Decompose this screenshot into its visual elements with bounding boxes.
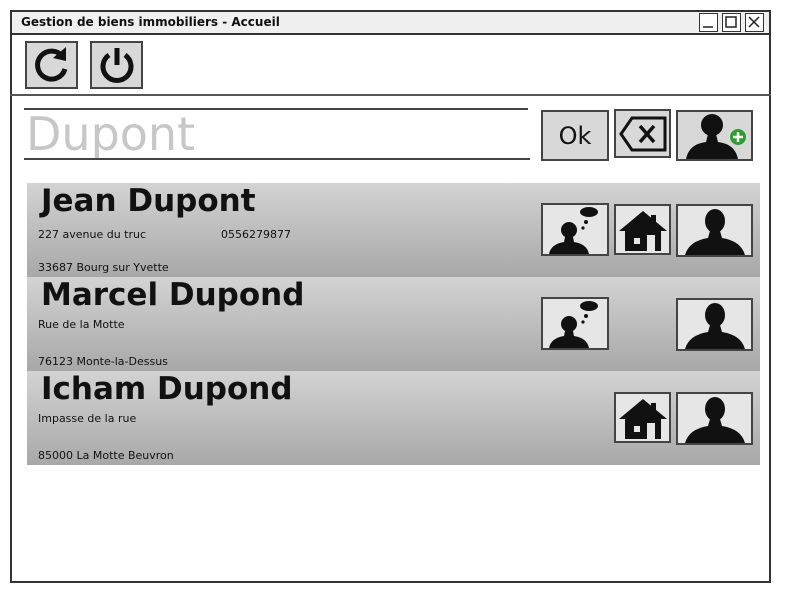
- person-icon: [684, 209, 745, 255]
- minimize-button[interactable]: [699, 13, 718, 32]
- refresh-button[interactable]: [25, 41, 78, 89]
- address-line1: Rue de la Motte: [38, 318, 125, 331]
- result-row[interactable]: Jean Dupont 227 avenue du truc 055627987…: [27, 183, 760, 277]
- phone-number: 0556279877: [221, 228, 291, 241]
- refresh-icon: [34, 47, 67, 82]
- close-icon: [748, 16, 760, 28]
- person-button[interactable]: [676, 392, 753, 445]
- thinking-person-icon: [549, 207, 598, 254]
- close-button[interactable]: [745, 13, 764, 32]
- power-icon: [100, 48, 133, 83]
- person-button[interactable]: [676, 298, 753, 351]
- house-icon: [618, 399, 667, 439]
- person-button[interactable]: [676, 204, 753, 257]
- address-line1: 227 avenue du truc: [38, 228, 147, 241]
- search-input[interactable]: [24, 110, 530, 160]
- address-line2: 85000 La Motte Beuvron: [38, 449, 174, 462]
- thinking-person-button[interactable]: [541, 297, 609, 350]
- address-line2: 33687 Bourg sur Yvette: [38, 261, 169, 274]
- person-icon: [684, 397, 745, 443]
- result-row[interactable]: Marcel Dupond Rue de la Motte 76123 Mont…: [27, 277, 760, 371]
- person-icon: [684, 303, 745, 349]
- house-button[interactable]: [614, 204, 671, 255]
- minimize-icon: [703, 26, 713, 28]
- thinking-person-icon: [549, 301, 598, 348]
- address-line2: 76123 Monte-la-Dessus: [38, 355, 168, 368]
- clear-icon: [618, 116, 666, 151]
- ok-button[interactable]: Ok: [541, 110, 609, 161]
- contact-name: Marcel Dupond: [41, 277, 305, 313]
- add-user-icon: [685, 114, 746, 159]
- contact-name: Icham Dupond: [41, 371, 293, 407]
- power-button[interactable]: [90, 41, 143, 89]
- maximize-icon: [725, 16, 737, 28]
- house-button[interactable]: [614, 392, 671, 443]
- add-user-button[interactable]: [676, 110, 753, 161]
- contact-name: Jean Dupont: [41, 183, 256, 219]
- ok-label: Ok: [558, 121, 592, 150]
- maximize-button[interactable]: [722, 13, 741, 32]
- clear-button[interactable]: [614, 109, 671, 158]
- address-line1: Impasse de la rue: [38, 412, 137, 425]
- thinking-person-button[interactable]: [541, 203, 609, 256]
- window-title: Gestion de biens immobiliers - Accueil: [10, 10, 771, 35]
- result-row[interactable]: Icham Dupond Impasse de la rue 85000 La …: [27, 371, 760, 465]
- house-icon: [618, 211, 667, 251]
